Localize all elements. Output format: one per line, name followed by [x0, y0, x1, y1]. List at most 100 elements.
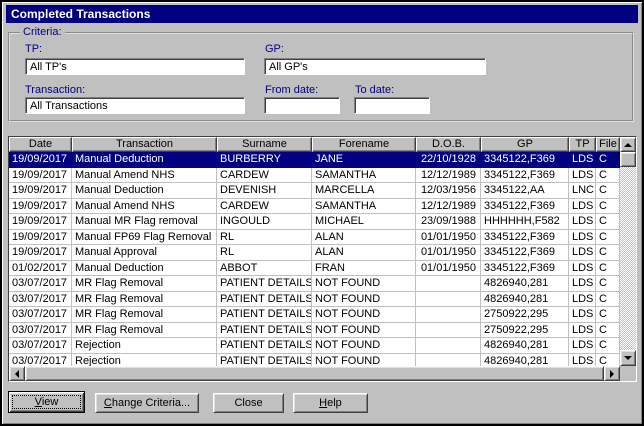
cell: LDS — [569, 276, 596, 292]
cell: SAMANTHA — [312, 199, 416, 215]
focus-ring — [12, 395, 81, 409]
mnemonic-char: C — [104, 397, 112, 409]
table-row[interactable]: 03/07/2017MR Flag RemovalPATIENT DETAILS… — [9, 292, 620, 308]
cell: 03/07/2017 — [9, 292, 72, 308]
table-row[interactable]: 03/07/2017MR Flag RemovalPATIENT DETAILS… — [9, 323, 620, 339]
cell: LDS — [569, 292, 596, 308]
gp-input[interactable] — [264, 58, 486, 75]
table-row[interactable]: 03/07/2017MR Flag RemovalPATIENT DETAILS… — [9, 307, 620, 323]
cell — [416, 338, 481, 354]
cell: C — [596, 168, 620, 184]
table-row[interactable]: 03/07/2017RejectionPATIENT DETAILSNOT FO… — [9, 354, 620, 367]
table-row[interactable]: 03/07/2017RejectionPATIENT DETAILSNOT FO… — [9, 338, 620, 354]
scroll-right-button[interactable] — [604, 366, 620, 381]
cell: 19/09/2017 — [9, 214, 72, 230]
criteria-group-label: Criteria: — [20, 26, 65, 38]
cell: Manual Amend NHS — [72, 168, 217, 184]
tp-label: TP: — [25, 43, 42, 55]
column-header-dob[interactable]: D.O.B. — [416, 137, 481, 152]
mnemonic-char: V — [35, 396, 42, 408]
horizontal-scrollbar[interactable] — [9, 366, 620, 381]
table-row[interactable]: 19/09/2017Manual DeductionBURBERRYJANE22… — [9, 152, 620, 168]
table-row[interactable]: 19/09/2017Manual DeductionDEVENISHMARCEL… — [9, 183, 620, 199]
cell: LDS — [569, 168, 596, 184]
cell: 22/10/1928 — [416, 152, 481, 168]
column-header-forename[interactable]: Forename — [312, 137, 416, 152]
table-row[interactable]: 19/09/2017Manual Amend NHSCARDEWSAMANTHA… — [9, 199, 620, 215]
cell: Manual Deduction — [72, 183, 217, 199]
scroll-up-button[interactable] — [620, 137, 636, 152]
cell: 2750922,295 — [481, 323, 569, 339]
cell: 03/07/2017 — [9, 354, 72, 367]
from-date-input[interactable] — [264, 97, 340, 114]
cell: 4826940,281 — [481, 276, 569, 292]
table-row[interactable]: 19/09/2017Manual ApprovalRLALAN01/01/195… — [9, 245, 620, 261]
scroll-left-button[interactable] — [9, 366, 25, 381]
table-row[interactable]: 19/09/2017Manual FP69 Flag RemovalRLALAN… — [9, 230, 620, 246]
cell: Manual Amend NHS — [72, 199, 217, 215]
cell: C — [596, 152, 620, 168]
tp-input[interactable] — [25, 58, 245, 75]
cell: 01/01/1950 — [416, 230, 481, 246]
cell — [416, 292, 481, 308]
cell: MR Flag Removal — [72, 323, 217, 339]
column-header-date[interactable]: Date — [9, 137, 72, 152]
column-header-transaction[interactable]: Transaction — [72, 137, 217, 152]
to-date-input[interactable] — [354, 97, 430, 114]
scroll-down-button[interactable] — [620, 350, 636, 366]
transaction-input[interactable] — [25, 97, 245, 114]
cell: Manual Approval — [72, 245, 217, 261]
cell: HHHHHH,F582 — [481, 214, 569, 230]
cell: NOT FOUND — [312, 323, 416, 339]
column-header-tp[interactable]: TP — [569, 137, 596, 152]
table-row[interactable]: 19/09/2017Manual Amend NHSCARDEWSAMANTHA… — [9, 168, 620, 184]
column-header-surname[interactable]: Surname — [217, 137, 312, 152]
cell: RL — [217, 230, 312, 246]
cell — [416, 307, 481, 323]
cell: FRAN — [312, 261, 416, 277]
cell: LDS — [569, 214, 596, 230]
horizontal-scroll-thumb[interactable] — [25, 366, 604, 381]
cell: JANE — [312, 152, 416, 168]
table-row[interactable]: 01/02/2017Manual DeductionABBOTFRAN01/01… — [9, 261, 620, 277]
cell: 4826940,281 — [481, 354, 569, 367]
gp-label: GP: — [265, 43, 284, 55]
table-row[interactable]: 19/09/2017Manual MR Flag removalINGOULDM… — [9, 214, 620, 230]
table-row[interactable]: 03/07/2017MR Flag RemovalPATIENT DETAILS… — [9, 276, 620, 292]
cell: RL — [217, 245, 312, 261]
title-bar: Completed Transactions — [6, 5, 638, 23]
column-header-file[interactable]: File — [596, 137, 620, 152]
cell: PATIENT DETAILS — [217, 323, 312, 339]
cell: LDS — [569, 261, 596, 277]
cell: 2750922,295 — [481, 307, 569, 323]
cell: LDS — [569, 323, 596, 339]
cell: MARCELLA — [312, 183, 416, 199]
cell: NOT FOUND — [312, 354, 416, 367]
cell: ALAN — [312, 245, 416, 261]
cell: ALAN — [312, 230, 416, 246]
completed-transactions-window: Completed Transactions Criteria: TP: GP:… — [0, 0, 644, 426]
table-body: 19/09/2017Manual DeductionBURBERRYJANE22… — [9, 152, 620, 366]
close-button[interactable]: Close — [213, 393, 284, 413]
down-arrow-icon — [624, 356, 632, 360]
cell: MR Flag Removal — [72, 276, 217, 292]
column-header-gp[interactable]: GP — [481, 137, 569, 152]
cell: LDS — [569, 354, 596, 367]
cell: C — [596, 292, 620, 308]
cell: C — [596, 230, 620, 246]
cell: 3345122,AA — [481, 183, 569, 199]
vertical-scrollbar[interactable] — [620, 137, 636, 366]
cell: C — [596, 307, 620, 323]
change-criteria-button[interactable]: Change Criteria... — [95, 393, 199, 413]
vertical-scroll-thumb[interactable] — [620, 152, 636, 167]
cell: 19/09/2017 — [9, 199, 72, 215]
help-button[interactable]: Help — [293, 393, 368, 413]
cell: Manual Deduction — [72, 261, 217, 277]
view-button[interactable]: View — [8, 391, 85, 413]
cell: 01/01/1950 — [416, 245, 481, 261]
cell: C — [596, 245, 620, 261]
cell: 3345122,F369 — [481, 230, 569, 246]
cell: LNC — [569, 183, 596, 199]
to-date-label: To date: — [355, 84, 394, 96]
cell: 19/09/2017 — [9, 230, 72, 246]
